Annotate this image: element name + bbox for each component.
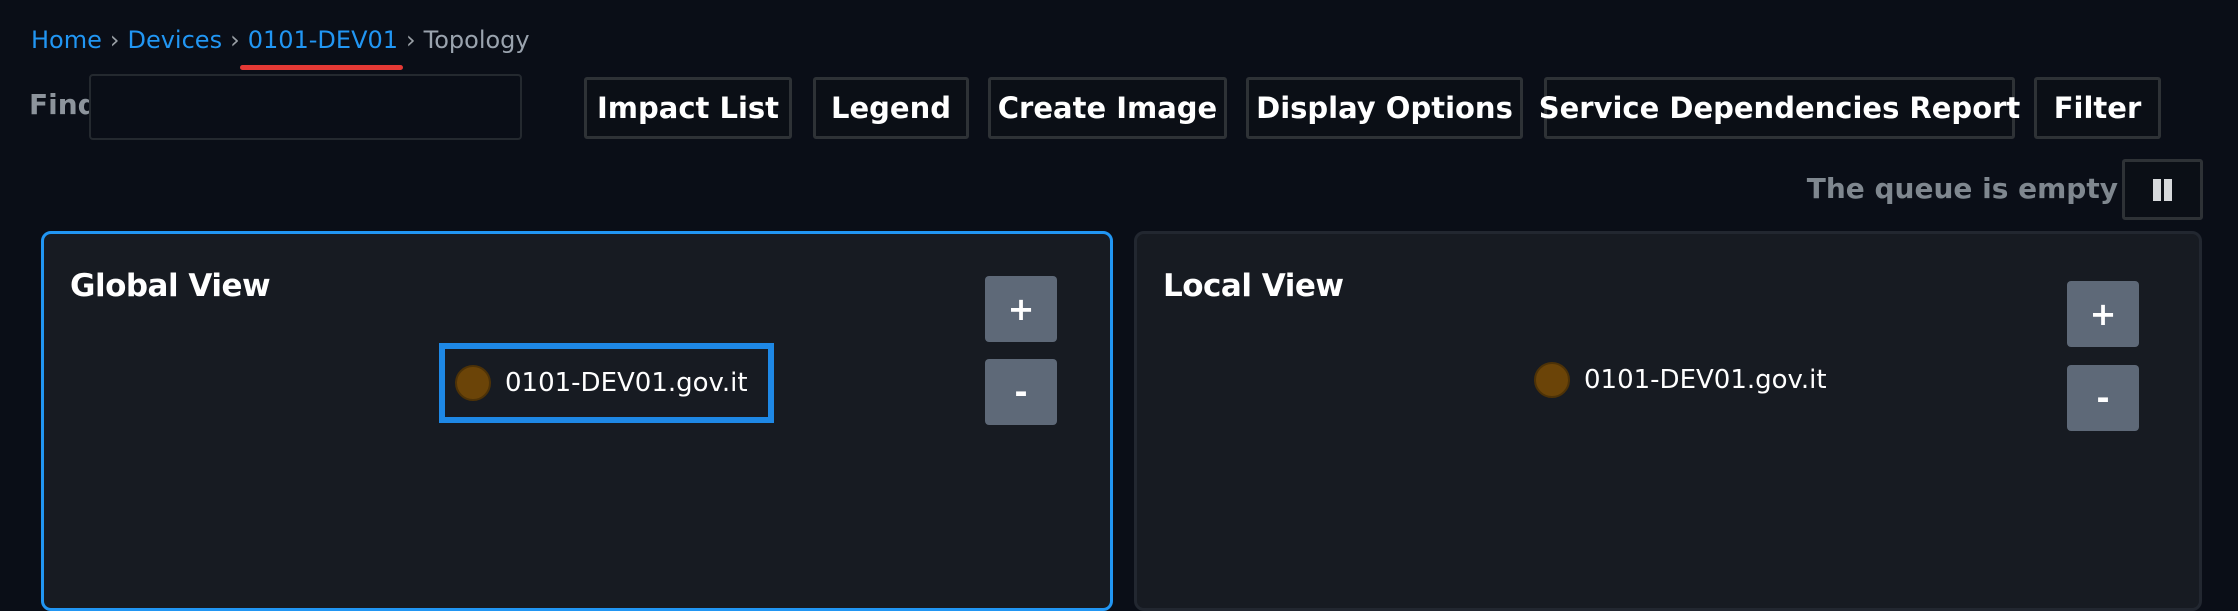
node-label: 0101-DEV01.gov.it bbox=[1584, 365, 1827, 395]
global-view-title: Global View bbox=[70, 268, 271, 304]
global-zoom-in-button[interactable]: + bbox=[985, 276, 1057, 342]
impact-list-button[interactable]: Impact List bbox=[584, 77, 792, 139]
queue-status: The queue is empty bbox=[1806, 172, 2118, 205]
create-image-button[interactable]: Create Image bbox=[988, 77, 1227, 139]
display-options-button[interactable]: Display Options bbox=[1246, 77, 1523, 139]
pause-icon bbox=[2153, 178, 2172, 201]
topology-node[interactable]: 0101-DEV01.gov.it bbox=[1534, 362, 1827, 398]
node-status-icon bbox=[455, 365, 491, 401]
breadcrumb-device-link[interactable]: 0101-DEV01 bbox=[239, 26, 404, 70]
find-label: Find bbox=[29, 88, 98, 121]
breadcrumb-home-link[interactable]: Home bbox=[31, 26, 102, 54]
breadcrumb-separator: › bbox=[109, 26, 120, 54]
pause-queue-button[interactable] bbox=[2122, 159, 2203, 220]
node-label: 0101-DEV01.gov.it bbox=[505, 368, 748, 398]
local-view-title: Local View bbox=[1163, 268, 1344, 304]
breadcrumb-separator: › bbox=[230, 26, 240, 54]
find-input[interactable] bbox=[89, 74, 522, 140]
node-status-icon bbox=[1534, 362, 1570, 398]
breadcrumb-current-page: Topology bbox=[423, 26, 530, 54]
local-zoom-out-button[interactable]: - bbox=[2067, 365, 2139, 431]
global-view-panel[interactable]: Global View + - 0101-DEV01.gov.it bbox=[41, 231, 1113, 611]
local-view-panel[interactable]: Local View + - 0101-DEV01.gov.it bbox=[1134, 231, 2202, 611]
legend-button[interactable]: Legend bbox=[813, 77, 969, 139]
breadcrumb: Home › Devices › 0101-DEV01 › Topology bbox=[31, 26, 530, 70]
breadcrumb-separator: › bbox=[406, 26, 416, 54]
filter-button[interactable]: Filter bbox=[2034, 77, 2161, 139]
service-dependencies-report-button[interactable]: Service Dependencies Report bbox=[1539, 77, 2020, 139]
breadcrumb-devices-link[interactable]: Devices bbox=[127, 26, 222, 54]
global-zoom-out-button[interactable]: - bbox=[985, 359, 1057, 425]
local-zoom-in-button[interactable]: + bbox=[2067, 281, 2139, 347]
topology-node[interactable]: 0101-DEV01.gov.it bbox=[439, 343, 774, 423]
